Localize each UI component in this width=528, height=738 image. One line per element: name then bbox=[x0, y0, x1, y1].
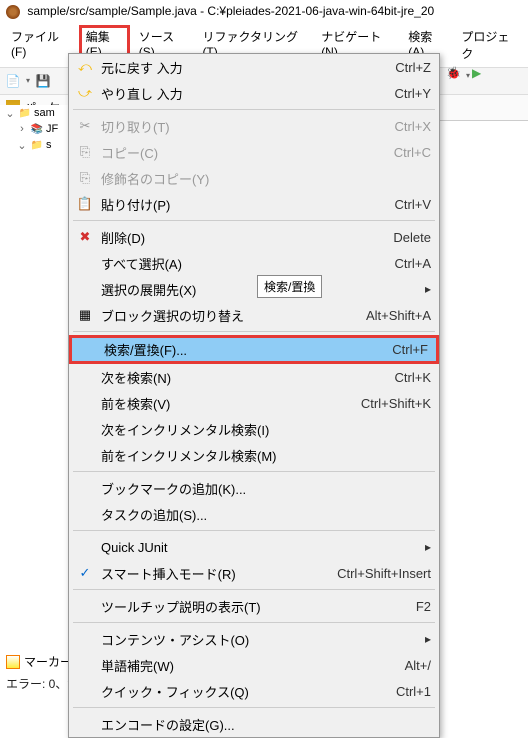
copy-icon: ⎘ bbox=[73, 144, 97, 160]
menu-separator bbox=[73, 109, 435, 110]
submenu-arrow-icon: ▸ bbox=[419, 540, 431, 554]
menu-toggle-block[interactable]: ▦ ブロック選択の切り替え Alt+Shift+A bbox=[69, 302, 439, 328]
tooltip: 検索/置換 bbox=[257, 275, 322, 298]
menu-copy[interactable]: ⎘ コピー(C) Ctrl+C bbox=[69, 139, 439, 165]
submenu-arrow-icon: ▸ bbox=[419, 632, 431, 646]
tree-row[interactable]: ⌄ 📁 sam bbox=[0, 105, 70, 121]
menu-quick-junit[interactable]: Quick JUnit ▸ bbox=[69, 534, 439, 560]
check-icon: ✓ bbox=[73, 565, 97, 581]
redo-icon: ⤻ bbox=[73, 85, 97, 101]
menu-incr-prev[interactable]: 前をインクリメンタル検索(M) bbox=[69, 442, 439, 468]
library-icon: 📚 bbox=[30, 122, 44, 136]
menu-quick-fix[interactable]: クイック・フィックス(Q) Ctrl+1 bbox=[69, 678, 439, 704]
edit-menu-dropdown: ⤺ 元に戻す 入力 Ctrl+Z ⤻ やり直し 入力 Ctrl+Y ✂ 切り取り… bbox=[68, 53, 440, 738]
menu-separator bbox=[73, 589, 435, 590]
dropdown-arrow-icon[interactable]: ▾ bbox=[26, 76, 30, 85]
run-icon[interactable]: ▶ bbox=[472, 66, 490, 84]
package-tree: ⌄ 📁 sam › 📚 JF ⌄ 📁 s bbox=[0, 105, 70, 153]
new-icon[interactable]: 📄 bbox=[4, 72, 22, 90]
block-icon: ▦ bbox=[73, 307, 97, 323]
menu-cut[interactable]: ✂ 切り取り(T) Ctrl+X bbox=[69, 113, 439, 139]
marker-tab[interactable]: マーカー bbox=[0, 649, 78, 674]
menu-smart-insert[interactable]: ✓ スマート挿入モード(R) Ctrl+Shift+Insert bbox=[69, 560, 439, 586]
menu-separator bbox=[73, 471, 435, 472]
menu-select-all[interactable]: すべて選択(A) Ctrl+A bbox=[69, 250, 439, 276]
project-icon: 📁 bbox=[18, 106, 32, 120]
tree-label: s bbox=[46, 139, 52, 151]
submenu-arrow-icon: ▸ bbox=[419, 282, 431, 296]
tooltip-text: 検索/置換 bbox=[264, 280, 315, 294]
menu-file[interactable]: ファイル(F) bbox=[4, 25, 77, 65]
menu-encoding[interactable]: エンコードの設定(G)... bbox=[69, 711, 439, 737]
title-bar: sample/src/sample/Sample.java - C:¥pleia… bbox=[0, 0, 528, 23]
menu-content-assist[interactable]: コンテンツ・アシスト(O) ▸ bbox=[69, 626, 439, 652]
tree-row[interactable]: › 📚 JF bbox=[0, 121, 70, 137]
menu-redo[interactable]: ⤻ やり直し 入力 Ctrl+Y bbox=[69, 80, 439, 106]
menu-separator bbox=[73, 622, 435, 623]
menu-separator bbox=[73, 331, 435, 332]
menu-add-bookmark[interactable]: ブックマークの追加(K)... bbox=[69, 475, 439, 501]
menu-incr-next[interactable]: 次をインクリメンタル検索(I) bbox=[69, 416, 439, 442]
tree-label: JF bbox=[46, 123, 58, 135]
undo-icon: ⤺ bbox=[73, 59, 97, 75]
menu-separator bbox=[73, 707, 435, 708]
menu-find-prev[interactable]: 前を検索(V) Ctrl+Shift+K bbox=[69, 390, 439, 416]
menu-tooltip-desc[interactable]: ツールチップ説明の表示(T) F2 bbox=[69, 593, 439, 619]
menu-find-replace[interactable]: 検索/置換(F)... Ctrl+F bbox=[69, 335, 439, 364]
menu-separator bbox=[73, 220, 435, 221]
menu-copy-qualified[interactable]: ⎘ 修飾名のコピー(Y) bbox=[69, 165, 439, 191]
menu-separator bbox=[73, 530, 435, 531]
menu-paste[interactable]: 📋 貼り付け(P) Ctrl+V bbox=[69, 191, 439, 217]
tree-row[interactable]: ⌄ 📁 s bbox=[0, 137, 70, 153]
dropdown-arrow-icon[interactable]: ▾ bbox=[466, 71, 470, 80]
save-icon[interactable]: 💾 bbox=[34, 72, 52, 90]
collapse-icon[interactable]: ⌄ bbox=[16, 139, 28, 152]
marker-tab-label: マーカー bbox=[24, 653, 72, 670]
menu-expand-selection[interactable]: 選択の展開先(X) ▸ bbox=[69, 276, 439, 302]
window-title: sample/src/sample/Sample.java - C:¥pleia… bbox=[27, 4, 434, 18]
debug-icon[interactable]: 🐞 bbox=[446, 66, 464, 84]
delete-icon: ✖ bbox=[73, 229, 97, 245]
menu-word-complete[interactable]: 単語補完(W) Alt+/ bbox=[69, 652, 439, 678]
source-folder-icon: 📁 bbox=[30, 138, 44, 152]
copy-qualified-icon: ⎘ bbox=[73, 170, 97, 186]
collapse-icon[interactable]: ⌄ bbox=[4, 107, 16, 120]
menu-add-task[interactable]: タスクの追加(S)... bbox=[69, 501, 439, 527]
menu-find-next[interactable]: 次を検索(N) Ctrl+K bbox=[69, 364, 439, 390]
paste-icon: 📋 bbox=[73, 196, 97, 212]
eclipse-icon bbox=[6, 5, 20, 19]
tree-label: sam bbox=[34, 107, 55, 119]
marker-icon bbox=[6, 655, 20, 669]
menu-undo[interactable]: ⤺ 元に戻す 入力 Ctrl+Z bbox=[69, 54, 439, 80]
right-toolbar: 🐞 ▾ ▶ bbox=[442, 55, 528, 95]
expand-icon[interactable]: › bbox=[16, 123, 28, 135]
scissors-icon: ✂ bbox=[73, 118, 97, 134]
menu-delete[interactable]: ✖ 削除(D) Delete bbox=[69, 224, 439, 250]
